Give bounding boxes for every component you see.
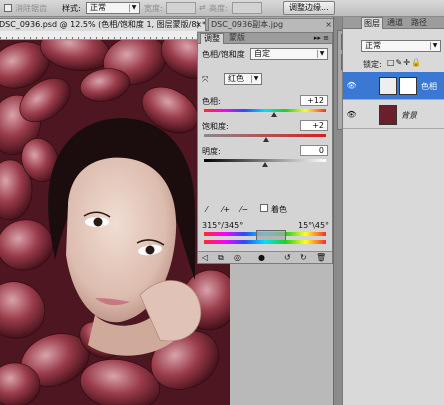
layer-name: 色相 <box>421 82 437 91</box>
tab-channels[interactable]: 通道 <box>385 17 405 29</box>
eye-icon[interactable]: 👁 <box>346 81 357 90</box>
portrait-photo <box>0 40 230 405</box>
tab-document-psd[interactable]: DSC_0936.psd @ 12.5% (色相/饱和度 1, 图层蒙版/8) … <box>0 18 206 31</box>
lightness-input[interactable]: 0 <box>300 145 328 156</box>
adjustment-title: 色相/饱和度 <box>202 50 245 59</box>
saturation-label: 饱和度: <box>202 122 229 131</box>
back-icon[interactable]: ◁ <box>202 253 208 262</box>
panel-menu-icon[interactable]: ▸▸ ≡ <box>314 33 329 43</box>
width-label: 宽度: <box>144 4 163 13</box>
close-icon[interactable]: × <box>195 19 202 31</box>
height-field[interactable] <box>232 2 262 14</box>
saturation-slider-thumb[interactable] <box>263 137 270 142</box>
layer-row-hue-saturation[interactable]: 👁 色相 <box>343 72 444 100</box>
layers-tabs: 图层 通道 路径 <box>343 17 444 29</box>
layers-panel: 图层 通道 路径 正常 ▼ 锁定: □✎✛🔒 👁 色相 👁 背景 <box>342 17 444 405</box>
range-right-readout: 15°\45° <box>298 221 330 230</box>
adjustments-footer: ◁ ⧉ ◎ ● ↺ ↻ 🗑 <box>198 251 332 263</box>
tab-paths[interactable]: 路径 <box>409 17 429 29</box>
document-tabs: DSC_0936.psd @ 12.5% (色相/饱和度 1, 图层蒙版/8) … <box>0 17 337 31</box>
hue-slider-track[interactable] <box>204 109 326 112</box>
hue-slider-thumb[interactable] <box>270 112 277 117</box>
clip-icon[interactable]: ◎ <box>234 253 241 262</box>
previous-state-icon[interactable]: ↺ <box>284 253 291 262</box>
lock-icons[interactable]: □✎✛🔒 <box>387 58 422 67</box>
antialias-label: 消除锯齿 <box>15 4 47 13</box>
chevron-down-icon: ▼ <box>430 42 439 50</box>
layer-row-background[interactable]: 👁 背景 <box>343 101 444 129</box>
layer-mask-thumbnail <box>399 77 417 95</box>
channel-select[interactable]: 红色 ▼ <box>224 73 262 85</box>
close-icon[interactable]: × <box>325 19 332 31</box>
chevron-down-icon: ▼ <box>129 4 138 12</box>
style-select[interactable]: 正常 ▼ <box>86 2 140 14</box>
height-label: 高度: <box>209 4 228 13</box>
blend-mode-select[interactable]: 正常 ▼ <box>361 40 441 52</box>
chevron-down-icon: ▼ <box>317 50 326 58</box>
delete-icon[interactable]: 🗑 <box>316 253 326 262</box>
tab-document-jpg[interactable]: DSC_0936副本.jpg × <box>208 18 336 31</box>
visibility-icon[interactable]: ● <box>258 253 265 262</box>
adjustment-layer-icon <box>379 77 397 95</box>
options-bar: 消除锯齿 样式: 正常 ▼ 宽度: ⇄ 高度: 调整边缘... <box>0 0 444 17</box>
lock-label: 锁定: <box>363 60 382 69</box>
document-canvas[interactable] <box>0 40 230 405</box>
adjustments-panel: 调整 蒙版 ▸▸ ≡ 色相/饱和度 自定 ▼ ⤧ 红色 ▼ 色相: +12 饱和… <box>197 32 333 264</box>
hue-input[interactable]: +12 <box>300 95 328 106</box>
tab-layers[interactable]: 图层 <box>361 17 383 29</box>
eye-icon[interactable]: 👁 <box>346 110 357 119</box>
colorize-label: 着色 <box>271 205 287 214</box>
antialias-checkbox[interactable] <box>4 4 12 12</box>
lightness-label: 明度: <box>202 147 221 156</box>
eyedropper-minus-icon[interactable]: ⁄− <box>240 205 248 214</box>
tab-masks[interactable]: 蒙版 <box>226 33 248 44</box>
lightness-slider-thumb[interactable] <box>262 162 268 167</box>
refine-edge-button[interactable]: 调整边缘... <box>283 1 335 15</box>
width-field[interactable] <box>166 2 196 14</box>
eyedropper-plus-icon[interactable]: ⁄+ <box>222 205 230 214</box>
reset-icon[interactable]: ↻ <box>300 253 307 262</box>
preset-select[interactable]: 自定 ▼ <box>250 48 328 60</box>
range-bar-bottom <box>204 240 326 244</box>
range-left-readout: 315°/345° <box>202 221 244 230</box>
tab-adjustments[interactable]: 调整 <box>200 33 224 44</box>
adjustments-tabs: 调整 蒙版 ▸▸ ≡ <box>198 33 332 44</box>
style-label: 样式: <box>62 4 81 13</box>
expand-icon[interactable]: ⧉ <box>218 253 224 263</box>
horizontal-ruler <box>0 31 197 40</box>
eyedropper-icon[interactable]: ⁄ <box>206 205 207 214</box>
chevron-down-icon: ▼ <box>251 75 260 83</box>
swap-icon[interactable]: ⇄ <box>199 3 206 12</box>
colorize-checkbox[interactable] <box>260 204 268 212</box>
layer-name: 背景 <box>401 111 417 120</box>
hue-label: 色相: <box>202 97 221 106</box>
layer-thumbnail <box>379 105 397 125</box>
saturation-input[interactable]: +2 <box>300 120 328 131</box>
target-adjust-icon[interactable]: ⤧ <box>202 75 208 85</box>
